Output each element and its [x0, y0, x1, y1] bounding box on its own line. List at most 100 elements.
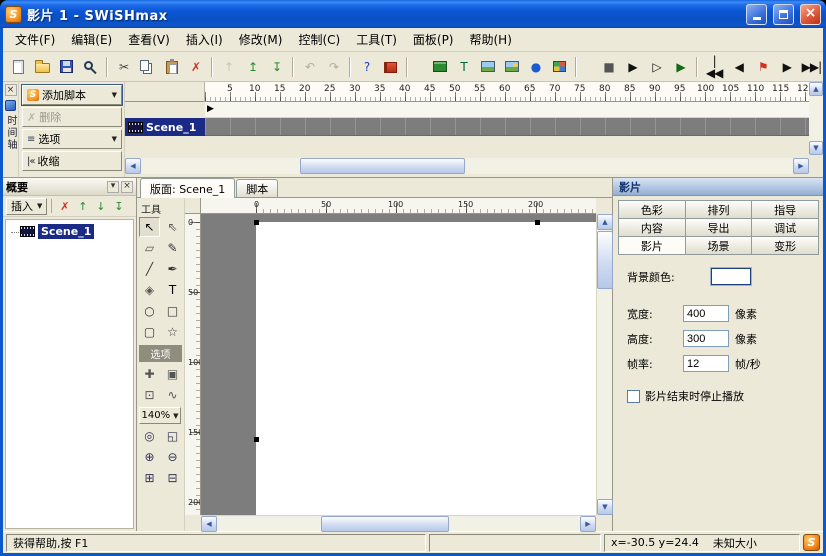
outline-menu-button[interactable]: ▾ — [107, 181, 119, 193]
movie-panel-header[interactable]: 影片 — [613, 178, 823, 196]
maximize-button[interactable] — [773, 4, 794, 25]
insert-content-button[interactable] — [500, 55, 523, 78]
paste-button[interactable] — [160, 55, 183, 78]
outline-move-down-button[interactable]: ↓ — [92, 198, 109, 215]
scroll-up-button[interactable]: ▲ — [597, 214, 613, 230]
minimize-button[interactable] — [746, 4, 767, 25]
context-help-button[interactable]: ? — [355, 55, 378, 78]
insert-text-button[interactable]: T — [452, 55, 475, 78]
new-file-button[interactable] — [7, 55, 30, 78]
panel-tab-4[interactable]: 导出 — [685, 218, 753, 237]
close-button[interactable]: × — [800, 4, 821, 25]
insert-sprite-button[interactable]: ● — [524, 55, 547, 78]
zoom-out-button[interactable]: ⊖ — [162, 447, 183, 467]
move-to-top-button[interactable]: ↥ — [241, 55, 264, 78]
motion-path-tool-button[interactable]: ◈ — [139, 280, 160, 300]
scroll-down-button[interactable]: ▼ — [809, 141, 823, 155]
copy-button[interactable] — [136, 55, 159, 78]
insert-scene-button[interactable] — [428, 55, 451, 78]
movie-height-input[interactable] — [683, 330, 729, 347]
tree-item-scene[interactable]: Scene_1 — [8, 224, 131, 239]
play-effect-button[interactable]: ▷ — [645, 55, 668, 78]
zoom-in-button[interactable]: ⊕ — [139, 447, 160, 467]
zoom-level-select[interactable]: 140% ▼ — [139, 407, 181, 424]
outline-move-up-button[interactable]: ↑ — [74, 198, 91, 215]
panel-tab-8[interactable]: 变形 — [751, 236, 819, 255]
timeline-scene-track[interactable] — [205, 118, 809, 136]
timeline-horizontal-scrollbar[interactable]: ◀ ▶ — [125, 158, 809, 174]
node-option-button[interactable]: ⊡ — [139, 385, 160, 405]
canvas-vertical-scrollbar[interactable]: ▲ ▼ — [596, 214, 612, 515]
script-options-button[interactable]: ≡ 选项 ▼ — [22, 129, 122, 149]
menu-item-5[interactable]: 控制(C) — [290, 28, 348, 51]
move-to-bottom-button[interactable]: ↧ — [265, 55, 288, 78]
snap-grid-button[interactable]: ⊟ — [162, 468, 183, 488]
show-grid-button[interactable]: ⊞ — [139, 468, 160, 488]
scrollbar-thumb[interactable] — [300, 158, 465, 174]
stage-handle[interactable] — [254, 437, 259, 442]
menu-item-3[interactable]: 插入(I) — [178, 28, 231, 51]
goto-marker-button[interactable]: ⚑ — [751, 55, 774, 78]
delete-script-button[interactable]: ✗ 删除 — [22, 107, 122, 127]
undo-button[interactable]: ↶ — [298, 55, 321, 78]
rounded-rect-tool-button[interactable]: ▢ — [139, 322, 160, 342]
rectangle-tool-button[interactable]: □ — [162, 301, 183, 321]
reshape-tool-button[interactable]: ⇖ — [162, 217, 183, 237]
play-button[interactable]: ▶ — [621, 55, 644, 78]
pan-option-button[interactable]: ✚ — [139, 364, 160, 384]
menu-item-7[interactable]: 面板(P) — [405, 28, 462, 51]
titlebar[interactable]: S 影片 1 - SWiSHmax × — [0, 0, 826, 28]
scroll-left-button[interactable]: ◀ — [125, 158, 141, 174]
find-button[interactable] — [79, 55, 102, 78]
panel-tab-2[interactable]: 指导 — [751, 200, 819, 219]
tab-layout[interactable]: 版面: Scene_1 — [140, 178, 235, 198]
prev-frame-button[interactable]: ◀ — [727, 55, 750, 78]
zoom-fit-button[interactable]: ◱ — [162, 426, 183, 446]
timeline-frame-ruler[interactable]: 5101520253035404550556065707580859095100… — [205, 82, 809, 102]
go-first-frame-button[interactable]: |◀◀ — [702, 55, 726, 78]
timeline-vertical-scrollbar[interactable]: ▲ ▼ — [809, 82, 823, 155]
stage-viewport[interactable] — [201, 214, 596, 515]
menu-item-2[interactable]: 查看(V) — [120, 28, 178, 51]
scrollbar-thumb[interactable] — [321, 516, 449, 532]
outline-insert-button[interactable]: 插入 ▼ — [6, 198, 47, 215]
autoshape-tool-button[interactable]: ☆ — [162, 322, 183, 342]
panel-tab-1[interactable]: 排列 — [685, 200, 753, 219]
timeline-close-button[interactable]: × — [5, 84, 17, 96]
scroll-right-button[interactable]: ▶ — [580, 516, 596, 532]
outline-delete-button[interactable]: ✗ — [56, 198, 73, 215]
insert-image-button[interactable] — [476, 55, 499, 78]
select-tool-button[interactable]: ↖ — [139, 217, 160, 237]
scrollbar-thumb[interactable] — [597, 231, 613, 289]
scroll-left-button[interactable]: ◀ — [201, 516, 217, 532]
delete-button[interactable]: ✗ — [184, 55, 207, 78]
panel-tab-7[interactable]: 场景 — [685, 236, 753, 255]
background-color-swatch[interactable] — [711, 268, 751, 285]
add-script-button[interactable]: S 添加脚本 ▼ — [22, 85, 122, 105]
panel-tab-3[interactable]: 内容 — [618, 218, 686, 237]
stop-button[interactable]: ■ — [597, 55, 620, 78]
timeline-playhead-row[interactable]: ▶ — [205, 102, 809, 118]
movie-width-input[interactable] — [683, 305, 729, 322]
open-folder-button[interactable] — [31, 55, 54, 78]
panel-tab-5[interactable]: 调试 — [751, 218, 819, 237]
menu-item-4[interactable]: 修改(M) — [231, 28, 291, 51]
text-tool-button[interactable]: T — [162, 280, 183, 300]
menu-item-6[interactable]: 工具(T) — [348, 28, 405, 51]
tab-script[interactable]: 脚本 — [236, 179, 278, 197]
transform-option-button[interactable]: ▣ — [162, 364, 183, 384]
redo-button[interactable]: ↷ — [322, 55, 345, 78]
outline-tree[interactable]: Scene_1 — [5, 219, 134, 529]
move-up-button[interactable]: ↑ — [217, 55, 240, 78]
stage-handle[interactable] — [535, 220, 540, 225]
playhead-icon[interactable]: ▶ — [207, 104, 214, 114]
stop-at-end-checkbox[interactable] — [627, 390, 640, 403]
menu-item-8[interactable]: 帮助(H) — [462, 28, 520, 51]
menu-item-1[interactable]: 编辑(E) — [63, 28, 120, 51]
stage[interactable] — [256, 222, 596, 515]
menu-item-0[interactable]: 文件(F) — [7, 28, 63, 51]
scroll-right-button[interactable]: ▶ — [793, 158, 809, 174]
scroll-up-button[interactable]: ▲ — [809, 82, 823, 96]
ellipse-tool-button[interactable]: ○ — [139, 301, 160, 321]
scroll-down-button[interactable]: ▼ — [597, 499, 613, 515]
